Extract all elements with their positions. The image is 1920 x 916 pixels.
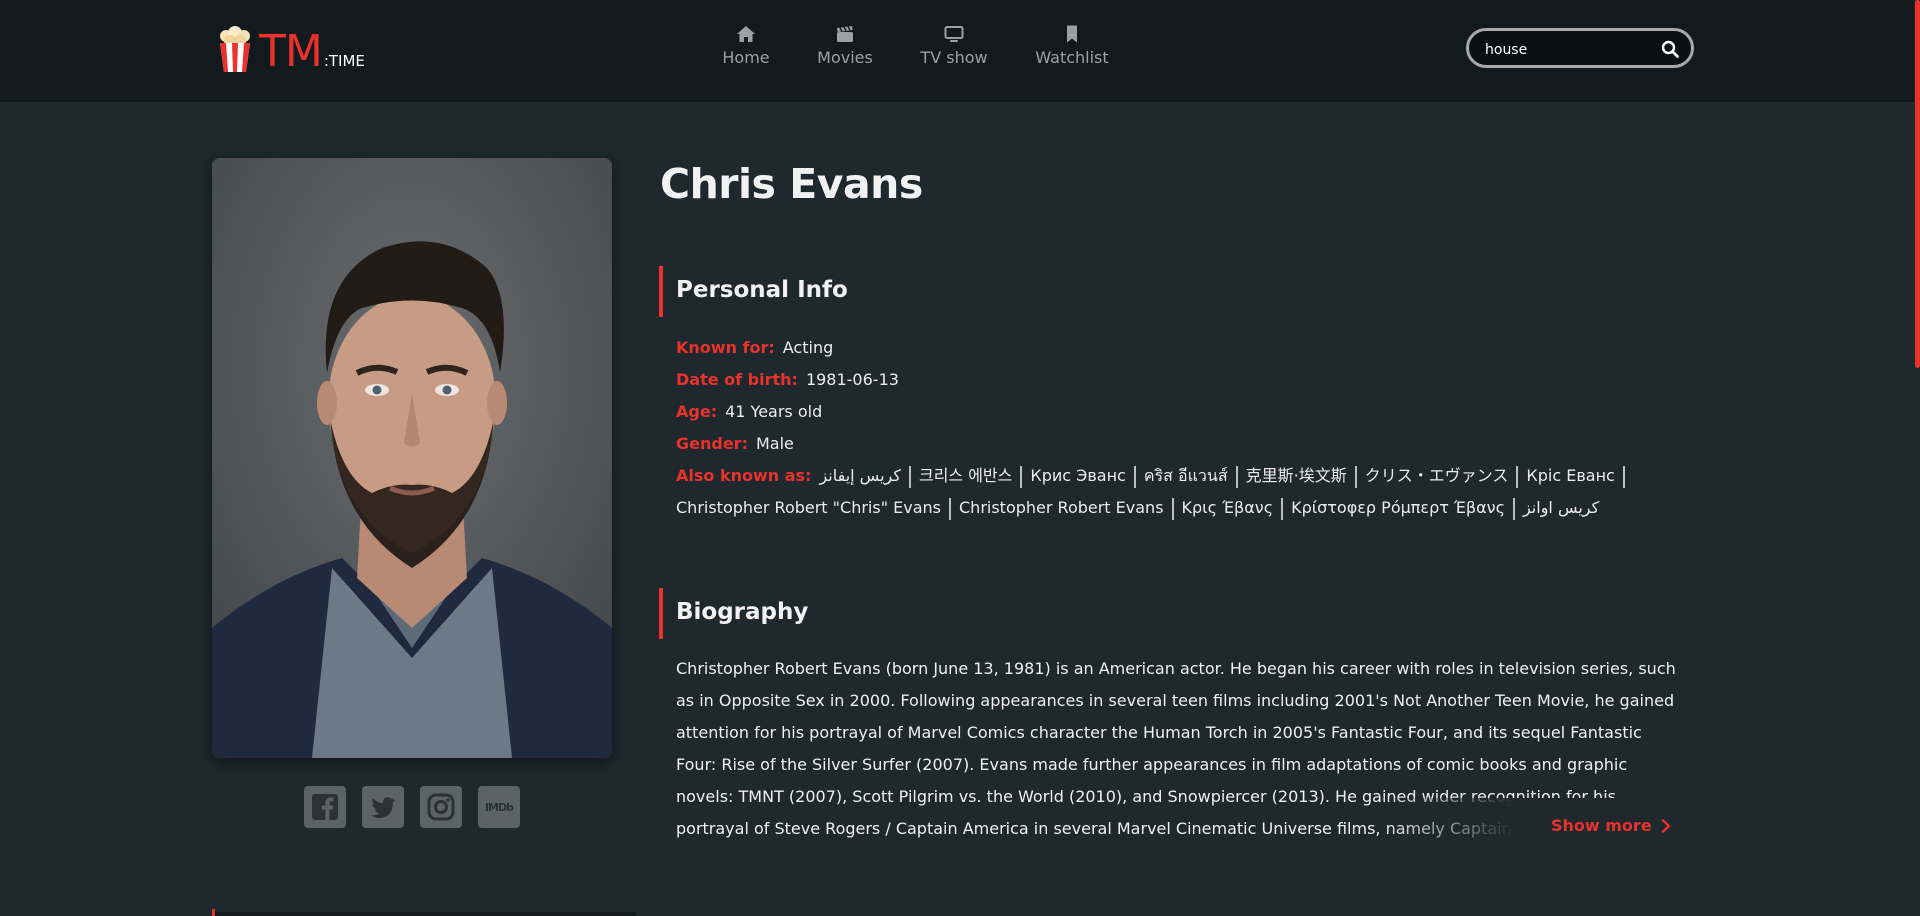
aka-separator bbox=[1281, 497, 1284, 520]
show-more-button[interactable]: Show more bbox=[1551, 816, 1672, 835]
aka-separator bbox=[1020, 465, 1023, 488]
bottom-accent bbox=[212, 909, 215, 916]
aka-name: クリス・エヴァンス bbox=[1364, 466, 1509, 485]
search-box bbox=[1466, 28, 1694, 68]
aka-name: Кріс Еванс bbox=[1526, 466, 1615, 485]
instagram-icon[interactable] bbox=[420, 786, 462, 828]
known-for-value: Acting bbox=[782, 338, 834, 357]
aka-separator bbox=[908, 465, 911, 488]
aka-name: Christopher Robert Evans bbox=[959, 498, 1164, 517]
nav-movies[interactable]: Movies bbox=[817, 24, 873, 67]
aka-name: كريس إيفانز bbox=[819, 466, 901, 485]
aka-name: Κρίστοφερ Ρόμπερτ Έβανς bbox=[1291, 498, 1505, 517]
nav-label: TV show bbox=[920, 48, 988, 67]
aka-name: کریس اوانز bbox=[1522, 498, 1600, 517]
aka-name: 크리스 에반스 bbox=[918, 466, 1013, 485]
section-accent-bar bbox=[659, 266, 663, 317]
person-name: Chris Evans bbox=[660, 160, 923, 208]
nav-tv-show[interactable]: TV show bbox=[919, 24, 989, 67]
tv-icon bbox=[944, 26, 964, 42]
nav-label: Watchlist bbox=[1035, 48, 1109, 67]
also-known-as-row: Also known as: كريس إيفانز 크리스 에반스 Крис Эва… bbox=[676, 460, 1696, 524]
age-row: Age: 41 Years old bbox=[676, 396, 1696, 428]
age-label: Age: bbox=[676, 402, 718, 421]
gender-value: Male bbox=[755, 434, 794, 453]
aka-label: Also known as: bbox=[676, 466, 812, 485]
aka-separator bbox=[1512, 497, 1515, 520]
personal-info: Known for: Acting Date of birth: 1981-06-1… bbox=[676, 332, 1696, 524]
person-portrait-image bbox=[212, 158, 612, 758]
dob-row: Date of birth: 1981-06-13 bbox=[676, 364, 1696, 396]
dob-value: 1981-06-13 bbox=[805, 370, 899, 389]
age-value: 41 Years old bbox=[725, 402, 823, 421]
facebook-icon[interactable] bbox=[304, 786, 346, 828]
bookmark-icon bbox=[1067, 25, 1077, 43]
logo-subtext: :TIME bbox=[323, 52, 365, 70]
gender-label: Gender: bbox=[676, 434, 748, 453]
aka-separator bbox=[1622, 465, 1625, 488]
nav-label: Movies bbox=[817, 48, 873, 67]
aka-separator bbox=[1354, 465, 1357, 488]
known-for-row: Known for: Acting bbox=[676, 332, 1696, 364]
known-for-label: Known for: bbox=[676, 338, 775, 357]
profile-photo bbox=[212, 158, 612, 758]
bottom-divider bbox=[212, 912, 636, 916]
show-more-label: Show more bbox=[1551, 816, 1652, 835]
twitter-icon[interactable] bbox=[362, 786, 404, 828]
personal-info-title: Personal Info bbox=[676, 277, 848, 303]
page-scrollbar[interactable] bbox=[1914, 0, 1920, 916]
top-header: TM :TIME Home Movies TV show Watchlist h… bbox=[0, 0, 1920, 102]
imdb-icon[interactable]: IMDb bbox=[478, 786, 520, 828]
aka-separator bbox=[1171, 497, 1174, 520]
nav-label: Home bbox=[722, 48, 770, 67]
scrollbar-thumb[interactable] bbox=[1915, 0, 1920, 368]
aka-name: Крис Эванс bbox=[1030, 466, 1126, 485]
aka-name: คริส อีแวนส์ bbox=[1143, 466, 1228, 485]
clapperboard-icon bbox=[837, 26, 853, 42]
logo-text: TM bbox=[259, 26, 323, 77]
biography-title: Biography bbox=[676, 599, 809, 625]
imdb-icon-text: IMDb bbox=[484, 800, 514, 814]
site-logo[interactable]: TM :TIME bbox=[217, 24, 365, 74]
aka-name: 克里斯·埃文斯 bbox=[1245, 466, 1347, 485]
aka-name: Christopher Robert "Chris" Evans bbox=[676, 498, 941, 517]
dob-label: Date of birth: bbox=[676, 370, 798, 389]
nav-home[interactable]: Home bbox=[722, 24, 770, 67]
popcorn-icon bbox=[220, 26, 250, 72]
aka-separator bbox=[1235, 465, 1238, 488]
aka-separator bbox=[949, 497, 951, 520]
gender-row: Gender: Male bbox=[676, 428, 1696, 460]
nav-watchlist[interactable]: Watchlist bbox=[1034, 24, 1110, 67]
aka-name: Κρις Έβανς bbox=[1181, 498, 1274, 517]
search-input[interactable] bbox=[1483, 37, 1647, 63]
search-icon[interactable] bbox=[1661, 40, 1679, 58]
aka-separator bbox=[1516, 465, 1519, 488]
aka-separator bbox=[1133, 465, 1136, 488]
home-icon bbox=[737, 26, 755, 42]
chevron-right-icon bbox=[1661, 818, 1670, 833]
section-accent-bar bbox=[659, 588, 663, 639]
